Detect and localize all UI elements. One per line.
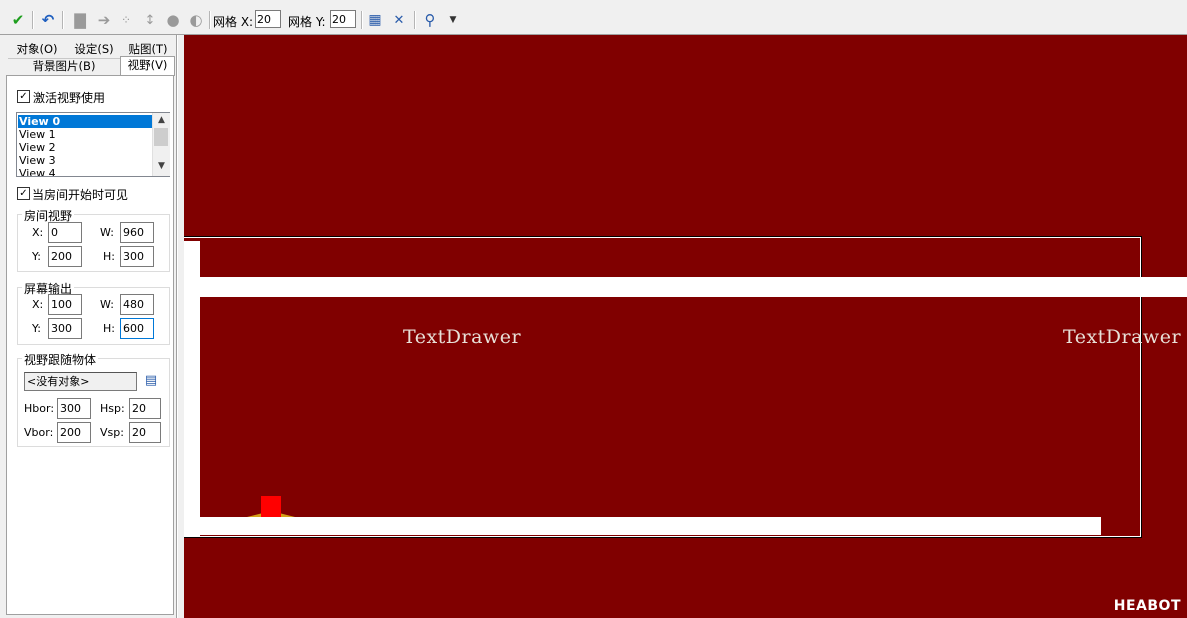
port-y-label: Y: bbox=[32, 322, 41, 335]
port-x-input[interactable]: 100 bbox=[48, 294, 82, 315]
arrow-right-icon[interactable]: ➔ bbox=[94, 10, 114, 30]
port-x-label: X: bbox=[32, 298, 44, 311]
toolbar-separator bbox=[62, 11, 64, 29]
hbor-label: Hbor: bbox=[24, 402, 55, 415]
list-item-view-2[interactable]: View 2 bbox=[18, 141, 153, 154]
toolbar: ✔ ↶ ▇ ➔ ⁘ ↕ ● ◐ 网格 X: 网格 Y: ▦ ✕ ⚲ ▼ bbox=[0, 6, 1187, 35]
vbor-input[interactable]: 200 bbox=[57, 422, 91, 443]
tab-views[interactable]: 视野(V) bbox=[120, 56, 175, 76]
room-h-label: H: bbox=[103, 250, 115, 263]
player-instance[interactable] bbox=[261, 496, 281, 517]
object-menu-icon[interactable]: ▤ bbox=[143, 373, 159, 389]
hsp-label: Hsp: bbox=[100, 402, 125, 415]
list-item-view-3[interactable]: View 3 bbox=[18, 154, 153, 167]
check-icon[interactable]: ✔ bbox=[8, 10, 28, 30]
scroll-thumb[interactable] bbox=[154, 128, 168, 146]
iso-grid-icon[interactable]: ✕ bbox=[389, 10, 409, 30]
enable-views-checkbox[interactable]: ✓ bbox=[17, 90, 30, 103]
room-x-label: X: bbox=[32, 226, 44, 239]
list-item-view-0[interactable]: View 0 bbox=[18, 115, 153, 128]
list-item-view-4[interactable]: View 4 bbox=[18, 167, 153, 176]
room-h-input[interactable]: 300 bbox=[120, 246, 154, 267]
grid-icon[interactable]: ▦ bbox=[365, 10, 385, 30]
list-item-view-1[interactable]: View 1 bbox=[18, 128, 153, 141]
room-y-label: Y: bbox=[32, 250, 41, 263]
zoom-icon[interactable]: ⚲ bbox=[420, 10, 440, 30]
vsp-input[interactable]: 20 bbox=[129, 422, 161, 443]
shift-h-icon[interactable]: ⁘ bbox=[116, 10, 136, 30]
shift-v-icon[interactable]: ↕ bbox=[140, 10, 160, 30]
toolbar-separator bbox=[361, 11, 363, 29]
port-w-input[interactable]: 480 bbox=[120, 294, 154, 315]
object-following-title: 视野跟随物体 bbox=[22, 351, 99, 368]
vsp-label: Vsp: bbox=[100, 426, 124, 439]
toolbar-separator bbox=[32, 11, 34, 29]
scroll-down-icon[interactable]: ▼ bbox=[153, 159, 170, 173]
room-w-input[interactable]: 960 bbox=[120, 222, 154, 243]
follow-object-select[interactable]: <没有对象> bbox=[24, 372, 137, 391]
view-list-scrollbar[interactable]: ▲ ▼ bbox=[152, 113, 170, 176]
grid-y-label: 网格 Y: bbox=[288, 15, 326, 29]
grid-x-input[interactable] bbox=[255, 10, 281, 28]
vbor-label: Vbor: bbox=[24, 426, 54, 439]
port-h-input[interactable]: 600 bbox=[120, 318, 154, 339]
unlock-icon[interactable]: ◐ bbox=[186, 10, 206, 30]
wall-top[interactable] bbox=[184, 277, 1187, 297]
port-w-label: W: bbox=[100, 298, 114, 311]
page-icon[interactable]: ▇ bbox=[70, 10, 90, 30]
enable-views-label: 激活视野使用 bbox=[33, 91, 106, 105]
lock-icon[interactable]: ● bbox=[163, 10, 183, 30]
port-y-input[interactable]: 300 bbox=[48, 318, 82, 339]
toolbar-separator bbox=[209, 11, 211, 29]
text-drawer-instance[interactable]: TextDrawer bbox=[1063, 326, 1181, 348]
grid-x-label: 网格 X: bbox=[213, 15, 254, 29]
view-list[interactable]: View 0 View 1 View 2 View 3 View 4 bbox=[16, 112, 170, 177]
hsp-input[interactable]: 20 bbox=[129, 398, 161, 419]
tab-settings[interactable]: 设定(S) bbox=[66, 41, 122, 59]
grid-y-input[interactable] bbox=[330, 10, 356, 28]
visible-on-start-label: 当房间开始时可见 bbox=[32, 188, 129, 202]
room-canvas[interactable]: TextDrawer TextDrawer HEABOT bbox=[184, 35, 1187, 618]
port-h-label: H: bbox=[103, 322, 115, 335]
hbor-input[interactable]: 300 bbox=[57, 398, 91, 419]
room-w-label: W: bbox=[100, 226, 114, 239]
scroll-up-icon[interactable]: ▲ bbox=[153, 113, 170, 127]
room-x-input[interactable]: 0 bbox=[48, 222, 82, 243]
dropdown-icon[interactable]: ▼ bbox=[443, 10, 463, 30]
watermark: HEABOT bbox=[1113, 598, 1181, 614]
toolbar-separator bbox=[414, 11, 416, 29]
undo-icon[interactable]: ↶ bbox=[38, 10, 58, 30]
tab-objects[interactable]: 对象(O) bbox=[8, 41, 66, 59]
visible-on-start-checkbox[interactable]: ✓ bbox=[17, 187, 30, 200]
room-y-input[interactable]: 200 bbox=[48, 246, 82, 267]
tab-backgrounds[interactable]: 背景图片(B) bbox=[8, 58, 120, 76]
text-drawer-instance[interactable]: TextDrawer bbox=[403, 326, 521, 348]
wall-bottom[interactable] bbox=[184, 517, 1101, 535]
